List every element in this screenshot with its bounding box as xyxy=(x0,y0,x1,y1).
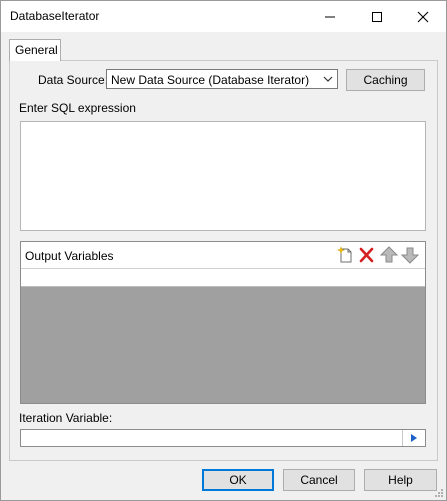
play-icon xyxy=(411,434,417,442)
sql-expression-textarea[interactable] xyxy=(20,121,426,231)
help-button-label: Help xyxy=(388,473,413,487)
window-title: DatabaseIterator xyxy=(10,9,100,23)
arrow-down-icon xyxy=(400,247,420,264)
delete-icon xyxy=(359,247,374,263)
output-variables-label: Output Variables xyxy=(25,249,114,263)
resize-grip-icon[interactable] xyxy=(434,488,444,498)
delete-variable-button[interactable] xyxy=(358,246,376,264)
minimize-button[interactable] xyxy=(307,1,353,32)
output-variables-grid: Output Variables xyxy=(20,241,426,404)
output-variables-column-header xyxy=(21,269,425,287)
minimize-icon xyxy=(325,16,335,18)
iteration-variable-field[interactable] xyxy=(20,429,426,447)
sql-label: Enter SQL expression xyxy=(19,101,136,115)
arrow-up-icon xyxy=(379,246,399,263)
maximize-button[interactable] xyxy=(354,1,400,32)
caching-button-label: Caching xyxy=(363,73,408,87)
dialog-window: DatabaseIterator General Data Source: Ne… xyxy=(0,0,447,501)
move-down-button[interactable] xyxy=(400,246,420,264)
move-up-button[interactable] xyxy=(379,246,399,264)
data-source-label: Data Source: xyxy=(38,73,109,87)
iteration-variable-browse-button[interactable] xyxy=(402,430,425,446)
data-source-dropdown[interactable]: New Data Source (Database Iterator) xyxy=(106,69,338,89)
tab-general[interactable]: General xyxy=(9,39,61,61)
cancel-button-label: Cancel xyxy=(300,473,338,487)
iteration-variable-label: Iteration Variable: xyxy=(19,411,113,425)
ok-button-label: OK xyxy=(229,473,247,487)
close-button[interactable] xyxy=(400,1,446,32)
chevron-down-icon xyxy=(323,76,333,82)
help-button[interactable]: Help xyxy=(364,469,437,491)
tab-general-label: General xyxy=(15,43,58,57)
caching-button[interactable]: Caching xyxy=(346,69,425,91)
close-icon xyxy=(417,11,429,23)
cancel-button[interactable]: Cancel xyxy=(283,469,355,491)
ok-button[interactable]: OK xyxy=(202,469,274,491)
new-document-icon xyxy=(336,246,352,263)
title-bar: DatabaseIterator xyxy=(1,1,446,32)
maximize-icon xyxy=(372,12,382,22)
data-source-value: New Data Source (Database Iterator) xyxy=(111,73,310,87)
add-variable-button[interactable] xyxy=(336,246,355,264)
output-variables-header: Output Variables xyxy=(21,242,425,269)
